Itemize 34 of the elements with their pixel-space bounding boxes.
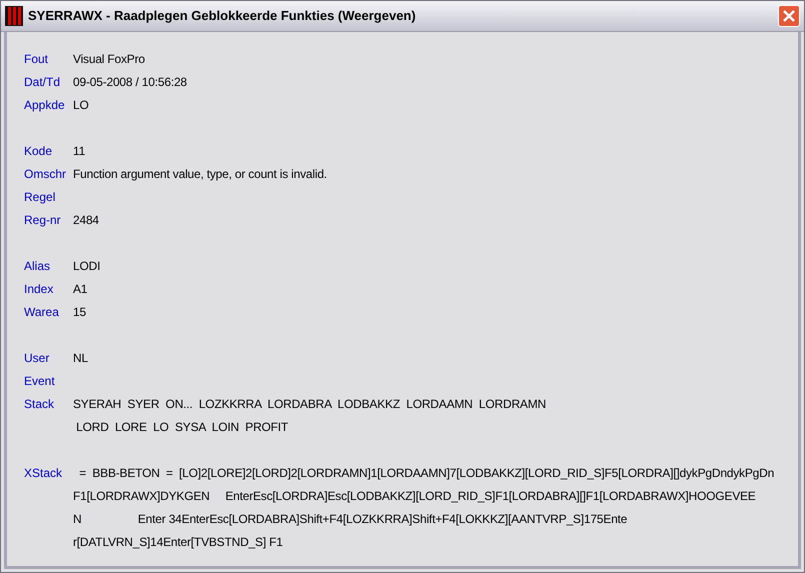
field-value: 09-05-2008 / 10:56:28	[73, 74, 187, 91]
field-value: N Enter 34EnterEsc[LORDABRA]Shift+F4[LOZKKRRA]Shift+F4[LOKKKZ][AANTVRP_S]175Ente	[73, 511, 628, 528]
field-value: LODI	[73, 258, 100, 275]
field-label: User	[24, 350, 50, 367]
field-label: Index	[24, 281, 54, 298]
field-value: F1[LORDRAWX]DYKGEN EnterEsc[LORDRA]Esc[LODBAKKZ][LORD_RID_S]F1[LORDABRA][]F1[LORDABRAWX]HOOGEVEE	[73, 488, 757, 505]
field-value: 11	[73, 143, 86, 160]
field-value: LORD LORE LO SYSA LOIN PROFIT	[75, 419, 290, 436]
field-label: Appkde	[24, 97, 66, 114]
field-value: Function argument value, type, or count is invalid.	[73, 166, 327, 183]
field-value: NL	[73, 350, 88, 367]
field-value: Visual FoxPro	[73, 51, 145, 68]
field-label: Stack	[24, 396, 56, 413]
field-value: LO	[73, 97, 89, 114]
close-button[interactable]	[778, 5, 800, 27]
field-value: 2484	[73, 212, 99, 229]
field-label: Reg-nr	[24, 212, 62, 229]
field-label: Kode	[24, 143, 54, 160]
field-value: = BBB-BETON = [LO]2[LORE]2[LORD]2[LORDRAMN]1[LORDAAMN]7[LODBAKKZ][LORD_RID_S]F5[LORDRA][]dykPgDndykPgDn	[78, 465, 774, 482]
field-value: A1	[73, 281, 88, 298]
close-icon	[783, 10, 795, 22]
field-value: r[DATLVRN_S]14Enter[TVBSTND_S] F1	[73, 534, 284, 551]
field-label: XStack	[24, 465, 64, 482]
field-label: Omschr	[24, 166, 67, 183]
app-icon	[5, 6, 23, 26]
field-value: 15	[73, 304, 86, 321]
field-value: SYERAH SYER ON... LOZKKRRA LORDABRA LODBAKKZ LORDAAMN LORDRAMN	[73, 396, 546, 413]
field-label: Warea	[24, 304, 60, 321]
field-label: Regel	[24, 189, 56, 206]
window-title: SYERRAWX - Raadplegen Geblokkeerde Funkties (Weergeven)	[28, 7, 416, 26]
field-label: Fout	[24, 51, 50, 68]
field-label: Event	[24, 373, 56, 390]
field-label: Dat/Td	[24, 74, 62, 91]
field-label: Alias	[24, 258, 52, 275]
